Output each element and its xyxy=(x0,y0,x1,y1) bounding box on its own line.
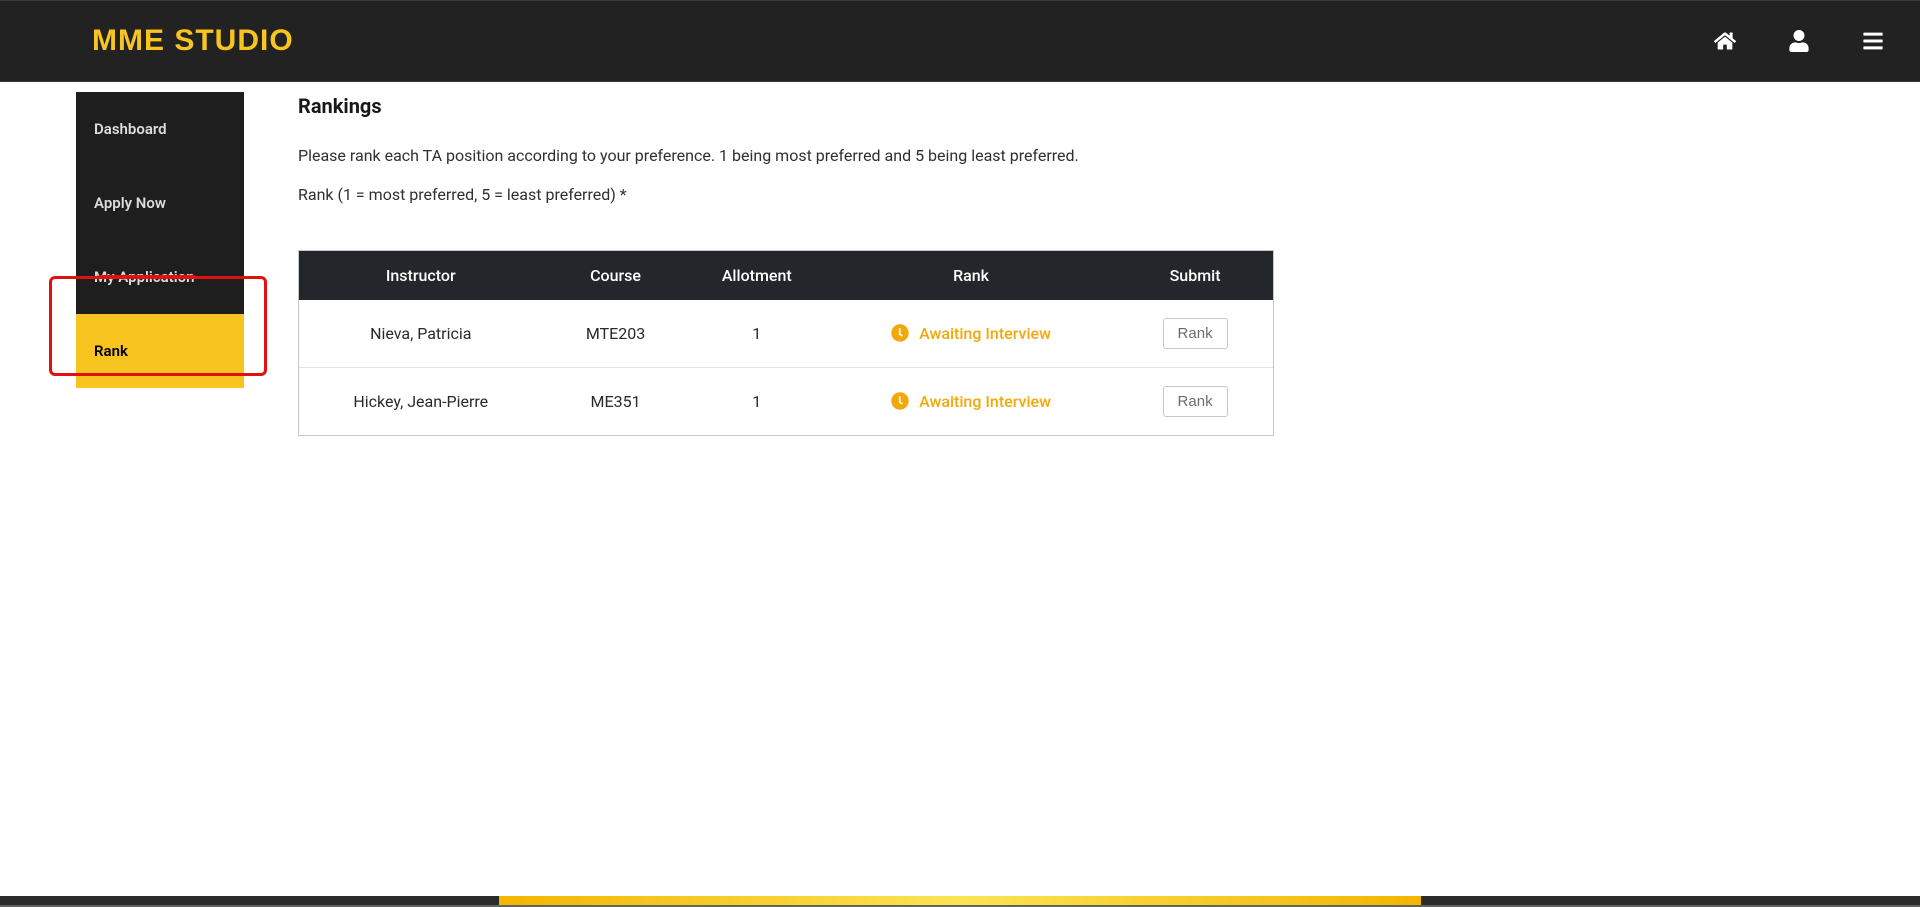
cell-allotment: 1 xyxy=(689,300,825,367)
cell-course: MTE203 xyxy=(543,300,689,367)
cell-submit: Rank xyxy=(1117,367,1273,435)
table-row: Hickey, Jean-Pierre ME351 1 Awaiting Int… xyxy=(299,367,1273,435)
cell-instructor: Hickey, Jean-Pierre xyxy=(299,367,543,435)
sidebar-item-label: Apply Now xyxy=(94,194,166,212)
table-row: Nieva, Patricia MTE203 1 Awaiting Interv… xyxy=(299,300,1273,367)
sidebar-item-apply-now[interactable]: Apply Now xyxy=(76,166,244,240)
sidebar-item-dashboard[interactable]: Dashboard xyxy=(76,92,244,166)
cell-status: Awaiting Interview xyxy=(825,367,1117,435)
th-allotment: Allotment xyxy=(689,251,825,300)
sidebar-item-my-application[interactable]: My Application xyxy=(76,240,244,314)
top-navbar: MME STUDIO xyxy=(0,0,1920,82)
status-text: Awaiting Interview xyxy=(919,392,1051,411)
status-text: Awaiting Interview xyxy=(919,324,1051,343)
nav-icons-group xyxy=(1714,30,1884,52)
sidebar-item-label: My Application xyxy=(94,268,194,286)
home-icon[interactable] xyxy=(1714,30,1736,52)
menu-icon[interactable] xyxy=(1862,30,1884,52)
sidebar-item-rank[interactable]: Rank xyxy=(76,314,244,388)
clock-icon xyxy=(891,324,909,342)
rank-button[interactable]: Rank xyxy=(1163,318,1228,349)
brand-logo[interactable]: MME STUDIO xyxy=(92,24,294,58)
rank-button[interactable]: Rank xyxy=(1163,386,1228,417)
rankings-table: Instructor Course Allotment Rank Submit … xyxy=(298,250,1274,436)
sidebar-item-label: Rank xyxy=(94,342,128,360)
th-instructor: Instructor xyxy=(299,251,543,300)
cell-status: Awaiting Interview xyxy=(825,300,1117,367)
user-icon[interactable] xyxy=(1788,30,1810,52)
sidebar-item-label: Dashboard xyxy=(94,120,167,138)
sub-text: Rank (1 = most preferred, 5 = least pref… xyxy=(298,185,1274,204)
footer-bar xyxy=(0,896,1920,907)
clock-icon xyxy=(891,392,909,410)
th-rank: Rank xyxy=(825,251,1117,300)
main-content: Rankings Please rank each TA position ac… xyxy=(244,82,1314,436)
th-course: Course xyxy=(543,251,689,300)
cell-submit: Rank xyxy=(1117,300,1273,367)
intro-text: Please rank each TA position according t… xyxy=(298,146,1274,165)
page-title: Rankings xyxy=(298,94,1274,118)
table-header-row: Instructor Course Allotment Rank Submit xyxy=(299,251,1273,300)
th-submit: Submit xyxy=(1117,251,1273,300)
sidebar: Dashboard Apply Now My Application Rank xyxy=(76,92,244,388)
cell-allotment: 1 xyxy=(689,367,825,435)
cell-course: ME351 xyxy=(543,367,689,435)
cell-instructor: Nieva, Patricia xyxy=(299,300,543,367)
